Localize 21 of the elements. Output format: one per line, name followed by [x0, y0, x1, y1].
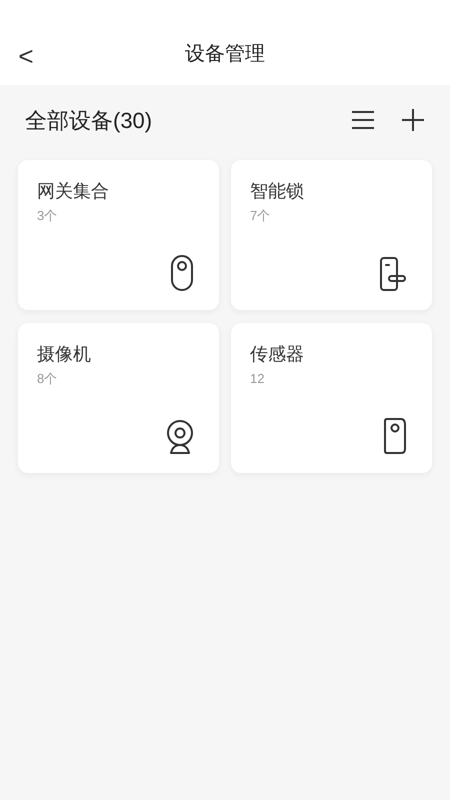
sensor-device-icon — [383, 417, 407, 455]
add-icon[interactable] — [401, 108, 425, 132]
back-button[interactable]: < — [16, 43, 36, 69]
device-card[interactable]: 网关集合 3个 — [18, 160, 219, 310]
device-card[interactable]: 智能锁 7个 — [231, 160, 432, 310]
device-count: 12 — [250, 370, 266, 388]
device-count: 3个 — [37, 207, 58, 225]
device-name: 网关集合 — [37, 180, 110, 203]
device-card[interactable]: 摄像机 8个 — [18, 323, 219, 473]
section-title: 全部设备(30) — [25, 106, 154, 134]
device-name: 智能锁 — [250, 180, 305, 203]
gateway-device-icon — [170, 254, 194, 292]
device-card[interactable]: 传感器 12 — [231, 323, 432, 473]
page-title: 设备管理 — [185, 42, 265, 67]
door-lock-icon — [379, 256, 407, 292]
device-count: 7个 — [250, 207, 272, 225]
device-name: 传感器 — [250, 343, 305, 366]
list-icon[interactable] — [351, 110, 375, 130]
device-count: 8个 — [37, 370, 58, 388]
device-name: 摄像机 — [37, 343, 92, 366]
webcam-icon — [166, 419, 194, 455]
